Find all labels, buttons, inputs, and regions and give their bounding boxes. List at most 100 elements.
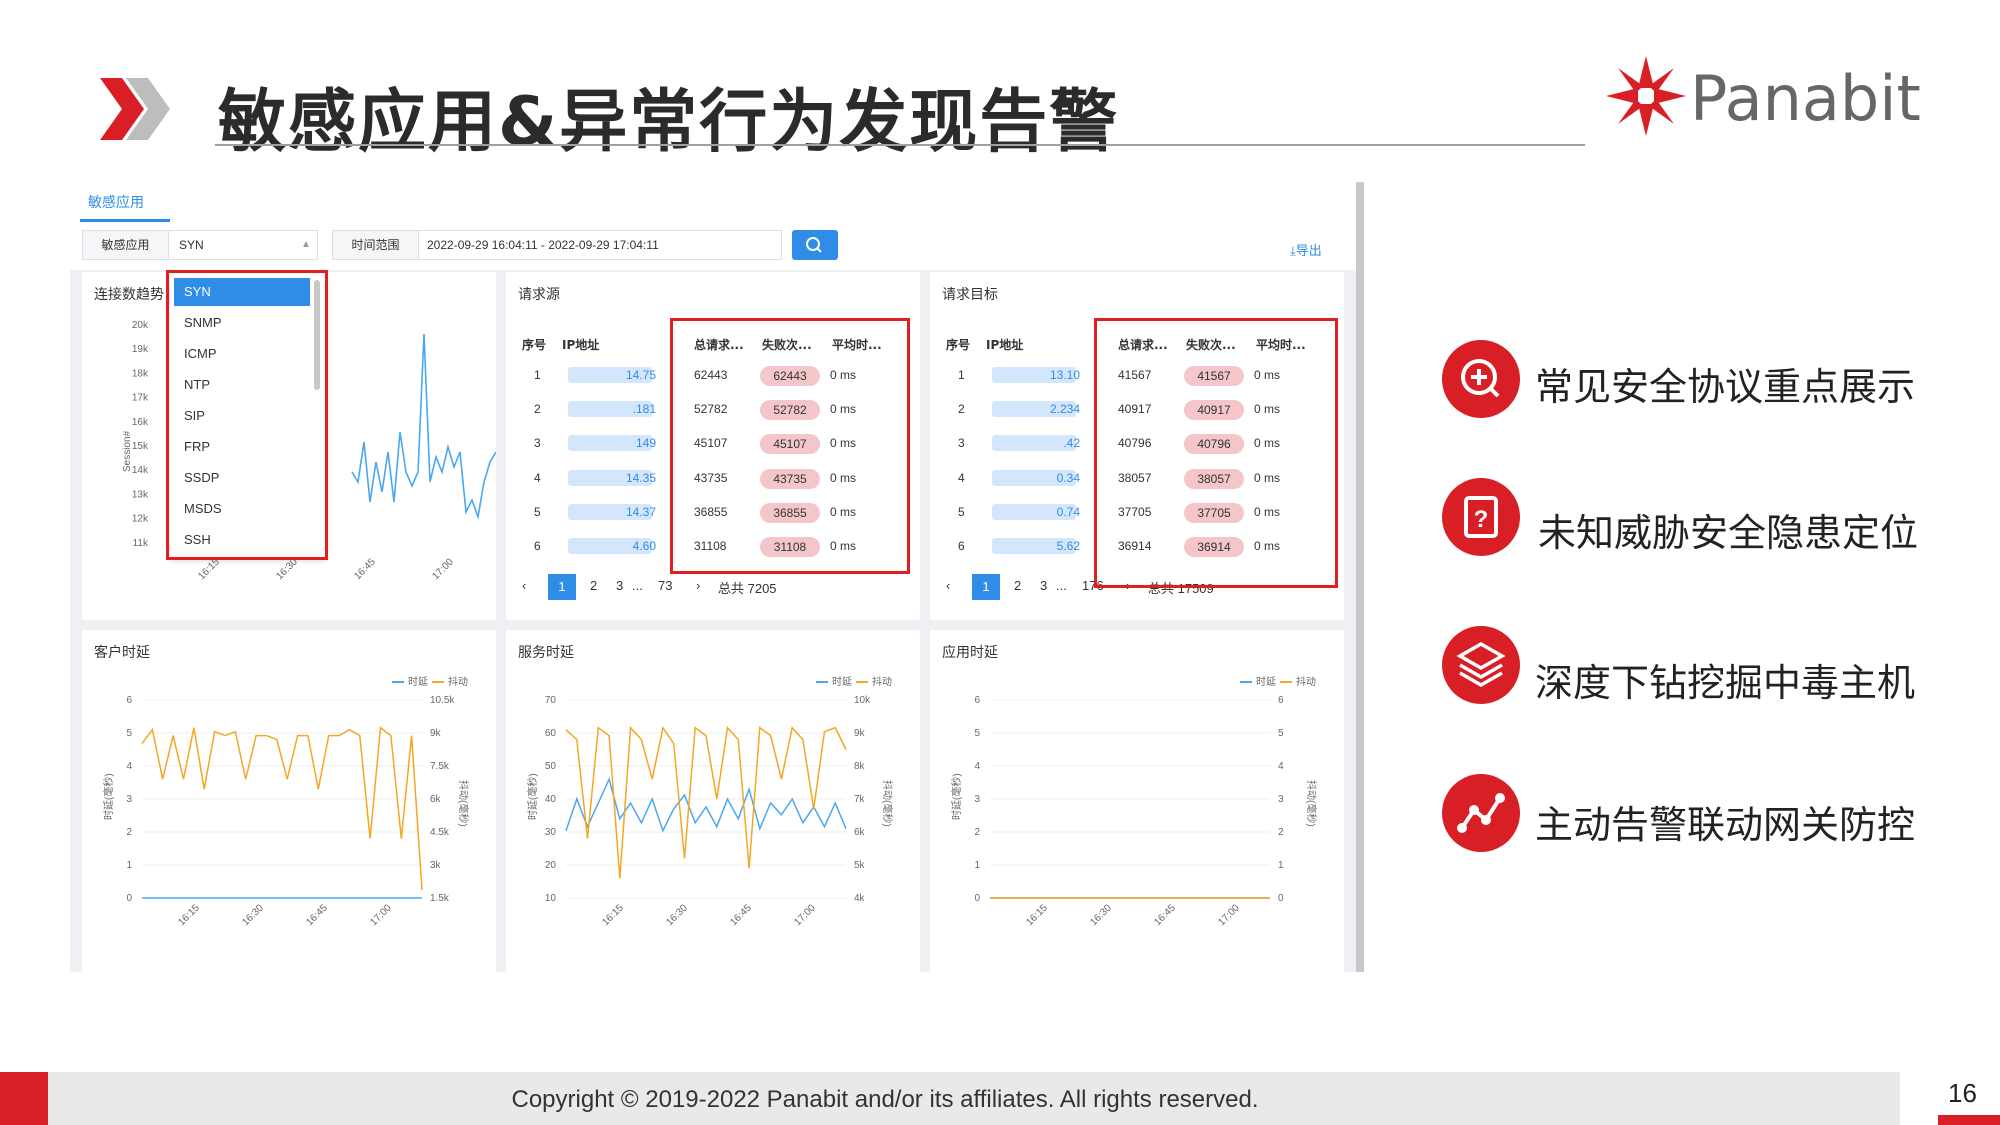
row-ip[interactable]: 0.74 bbox=[1050, 505, 1080, 519]
server-delay-chart: 70 10k 60 9k 50 8k 40 7k 30 6k 20 5k 10 4k 16:15 16:30 1… bbox=[526, 675, 894, 928]
trend-y-tick: 12k bbox=[132, 514, 149, 525]
y-left-tick: 5 bbox=[974, 728, 980, 739]
y-right-tick: 9k bbox=[430, 728, 442, 739]
tab-bar bbox=[70, 182, 1360, 222]
row-index: 3 bbox=[958, 436, 965, 451]
y-left-tick: 60 bbox=[545, 728, 557, 739]
row-ip[interactable]: .42 bbox=[1050, 436, 1080, 450]
y-right-tick: 4.5k bbox=[430, 827, 450, 838]
target-title: 请求目标 bbox=[942, 287, 998, 303]
y-right-tick: 10k bbox=[854, 695, 871, 706]
row-index: 2 bbox=[958, 402, 965, 417]
y-right-tick: 1 bbox=[1278, 860, 1284, 871]
y-left-tick: 0 bbox=[126, 893, 132, 904]
trend-y-tick: 17k bbox=[132, 393, 149, 404]
row-ip[interactable]: 4.60 bbox=[626, 539, 656, 553]
time-range-value: 2022-09-29 16:04:11 - 2022-09-29 17:04:1… bbox=[427, 238, 659, 252]
row-ip[interactable]: 14.75 bbox=[626, 368, 656, 382]
time-range-field[interactable]: 时间范围 2022-09-29 16:04:11 - 2022-09-29 17… bbox=[332, 230, 782, 260]
y-left-tick: 10 bbox=[545, 893, 557, 904]
question-icon: ? bbox=[1442, 478, 1520, 556]
y-right-tick: 5k bbox=[854, 860, 866, 871]
row-ip[interactable]: 13.10 bbox=[1050, 368, 1080, 382]
y-left-tick: 20 bbox=[545, 860, 557, 871]
trend-x-tick: 17:00 bbox=[430, 556, 456, 582]
y-left-tick: 6 bbox=[974, 695, 980, 706]
delay-series-line bbox=[565, 776, 847, 833]
page-2-button[interactable]: 2 bbox=[590, 578, 597, 593]
x-tick: 16:15 bbox=[600, 902, 626, 928]
app-select[interactable]: 敏感应用 SYN ▲ bbox=[82, 230, 318, 260]
page-1-button[interactable]: 1 bbox=[548, 574, 576, 600]
app-delay-card: 应用时延 6 6 5 5 4 4 3 3 2 2 1 1 0 0 16:15 16:30 16:45 17:00 时… bbox=[930, 630, 1344, 972]
prev-page-icon[interactable]: ‹ bbox=[522, 578, 526, 593]
trend-ylabel: Session# bbox=[122, 430, 133, 472]
search-icon bbox=[806, 237, 822, 253]
y-right-tick: 7k bbox=[854, 794, 866, 805]
dropdown-highlight-box bbox=[166, 270, 328, 560]
page-ellipsis: ... bbox=[1056, 578, 1067, 593]
export-button[interactable]: ⤓导出 bbox=[1290, 240, 1322, 259]
y-left-tick: 50 bbox=[545, 761, 557, 772]
y-right-tick: 3 bbox=[1278, 794, 1284, 805]
page-3-button[interactable]: 3 bbox=[616, 578, 623, 593]
trend-line-icon bbox=[1442, 774, 1520, 852]
logo-text: Panabit bbox=[1690, 62, 1921, 135]
y-left-label: 时延(毫秒) bbox=[102, 773, 115, 820]
x-tick: 16:15 bbox=[176, 902, 202, 928]
row-ip[interactable]: 14.37 bbox=[626, 505, 656, 519]
y-right-tick: 4 bbox=[1278, 761, 1284, 772]
x-tick: 16:30 bbox=[240, 902, 266, 928]
page-last-button[interactable]: 73 bbox=[658, 578, 672, 593]
trend-y-tick: 20k bbox=[132, 320, 149, 331]
trend-x-tick: 16:30 bbox=[274, 556, 300, 582]
jitter-series-line bbox=[565, 725, 847, 879]
y-left-label: 时延(毫秒) bbox=[526, 773, 539, 820]
tab-sensitive-apps[interactable]: 敏感应用 bbox=[88, 192, 144, 212]
y-left-tick: 3 bbox=[974, 794, 980, 805]
x-tick: 16:45 bbox=[304, 902, 330, 928]
page-number-accent bbox=[1938, 1115, 2000, 1125]
search-button[interactable] bbox=[792, 230, 838, 260]
col-index: 序号 bbox=[946, 338, 971, 352]
target-highlight-box bbox=[1094, 318, 1338, 588]
trend-x-tick: 16:15 bbox=[196, 556, 222, 582]
trend-y-tick: 19k bbox=[132, 344, 149, 355]
row-ip[interactable]: 2.234 bbox=[1050, 402, 1080, 416]
prev-page-icon[interactable]: ‹ bbox=[946, 578, 950, 593]
row-ip[interactable]: 5.62 bbox=[1050, 539, 1080, 553]
feature-2-text: 未知威胁安全隐患定位 bbox=[1538, 511, 1919, 555]
svg-text:?: ? bbox=[1474, 506, 1489, 533]
col-ip: IP地址 bbox=[562, 338, 600, 352]
y-right-tick: 3k bbox=[430, 860, 442, 871]
time-range-label: 时间范围 bbox=[333, 231, 419, 259]
trend-y-tick: 15k bbox=[132, 441, 149, 452]
page-title: 敏感应用&异常行为发现告警 bbox=[218, 83, 1120, 162]
col-index: 序号 bbox=[522, 338, 547, 352]
page-2-button[interactable]: 2 bbox=[1014, 578, 1021, 593]
y-right-tick: 10.5k bbox=[430, 695, 455, 706]
x-tick: 17:00 bbox=[368, 902, 394, 928]
y-right-label: 抖动(毫秒) bbox=[457, 780, 470, 827]
row-index: 1 bbox=[534, 368, 541, 382]
trend-y-tick: 18k bbox=[132, 368, 149, 379]
y-left-tick: 30 bbox=[545, 827, 557, 838]
screenshot-scrollbar[interactable] bbox=[1356, 182, 1364, 972]
page-1-button[interactable]: 1 bbox=[972, 574, 1000, 600]
title-divider bbox=[215, 144, 1585, 146]
y-left-tick: 4 bbox=[974, 761, 980, 772]
row-ip[interactable]: 149 bbox=[626, 436, 656, 450]
x-tick: 17:00 bbox=[792, 902, 818, 928]
row-index: 5 bbox=[534, 504, 541, 519]
jitter-series-line bbox=[141, 726, 423, 891]
layers-icon bbox=[1442, 626, 1520, 704]
row-ip[interactable]: .181 bbox=[626, 402, 656, 416]
client-delay-chart: 6 10.5k 5 9k 4 7.5k 3 6k 2 4.5k 1 3k 0 1.5k 16:15 16:30… bbox=[102, 675, 470, 928]
page-3-button[interactable]: 3 bbox=[1040, 578, 1047, 593]
next-page-icon[interactable]: › bbox=[696, 578, 700, 593]
row-ip[interactable]: 14.35 bbox=[626, 471, 656, 485]
y-left-tick: 2 bbox=[126, 827, 132, 838]
row-ip[interactable]: 0.34 bbox=[1050, 471, 1080, 485]
row-index: 4 bbox=[958, 470, 965, 485]
row-index: 5 bbox=[958, 504, 965, 519]
